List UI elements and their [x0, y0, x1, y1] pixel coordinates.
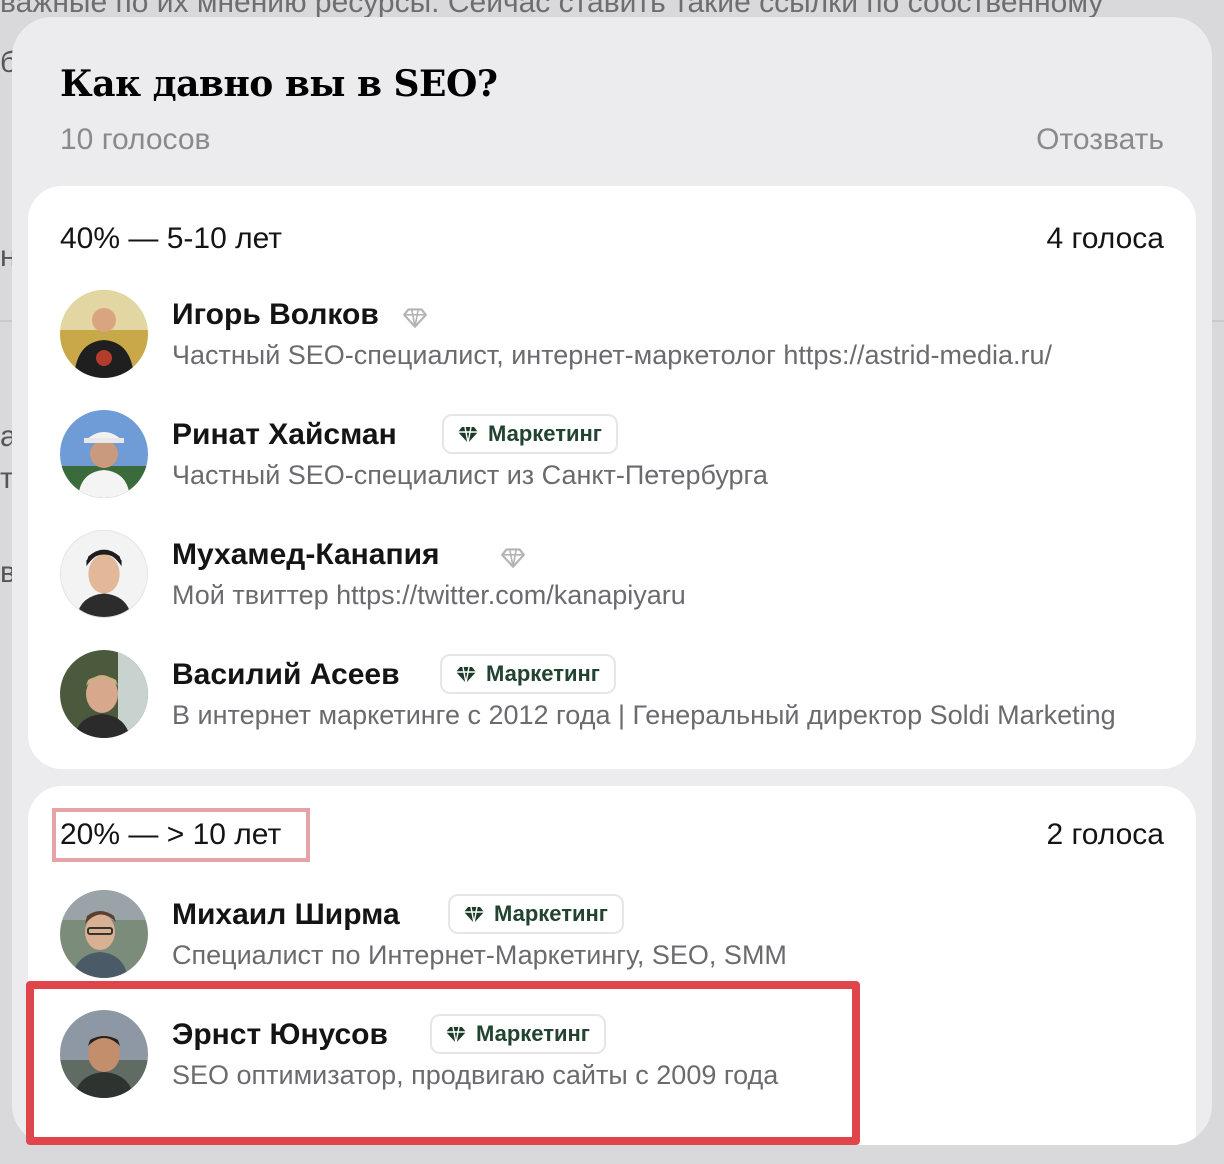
voter-row[interactable]: Василий Асеев Маркетинг В интернет марке…	[60, 650, 1170, 740]
badge-label: Маркетинг	[494, 901, 608, 926]
poll-title: Как давно вы в SEO?	[60, 63, 498, 105]
avatar[interactable]	[60, 290, 148, 378]
voter-description: В интернет маркетинге с 2012 года | Гене…	[172, 700, 1116, 730]
option-vote-count: 2 голоса	[1046, 818, 1164, 851]
background-divider	[0, 320, 12, 322]
avatar[interactable]	[60, 410, 148, 498]
voter-name[interactable]: Мухамед-Канапия	[172, 538, 440, 572]
voter-description: Мой твиттер https://twitter.com/kanapiya…	[172, 580, 686, 610]
option-label: 40% — 5-10 лет	[60, 222, 283, 255]
voter-name[interactable]: Эрнст Юнусов	[172, 1018, 388, 1052]
voter-name[interactable]: Михаил Ширма	[172, 898, 400, 932]
diamond-filled-icon	[464, 906, 484, 924]
badge-label: Маркетинг	[486, 661, 600, 686]
marketing-badge[interactable]: Маркетинг	[430, 1014, 606, 1054]
option-vote-count: 4 голоса	[1046, 222, 1164, 255]
diamond-filled-icon	[446, 1026, 466, 1044]
voter-name[interactable]: Игорь Волков	[172, 298, 379, 332]
badge-label: Маркетинг	[476, 1021, 590, 1046]
voter-description: Специалист по Интернет-Маркетингу, SEO, …	[172, 940, 787, 970]
voter-description: Частный SEO-специалист, интернет-маркето…	[172, 340, 1053, 370]
poll-option-card: 40% — 5-10 лет 4 голоса Игорь Волков Час…	[28, 186, 1196, 769]
marketing-badge[interactable]: Маркетинг	[448, 894, 624, 934]
poll-option-card: 20% — > 10 лет 2 голоса Михаил Ширма Мар…	[28, 786, 1196, 1145]
voter-row[interactable]: Игорь Волков Частный SEO-специалист, инт…	[60, 290, 1170, 380]
diamond-outline-icon	[501, 548, 525, 568]
voter-name[interactable]: Василий Асеев	[172, 658, 400, 692]
badge-label: Маркетинг	[488, 421, 602, 446]
voter-row[interactable]: Михаил Ширма Маркетинг Специалист по Инт…	[60, 890, 1170, 980]
voter-row[interactable]: Мухамед-Канапия Мой твиттер https://twit…	[60, 530, 1170, 620]
voter-row[interactable]: Ринат Хайсман Маркетинг Частный SEO-спец…	[60, 410, 1170, 500]
diamond-filled-icon	[456, 666, 476, 684]
marketing-badge[interactable]: Маркетинг	[440, 654, 616, 694]
avatar[interactable]	[60, 650, 148, 738]
poll-results-modal: Как давно вы в SEO? 10 голосов Отозвать …	[12, 17, 1212, 1145]
voter-description: SEO оптимизатор, продвигаю сайты с 2009 …	[172, 1060, 779, 1090]
total-votes: 10 голосов	[60, 123, 211, 156]
voter-description: Частный SEO-специалист из Санкт-Петербур…	[172, 460, 768, 490]
avatar[interactable]	[60, 530, 148, 618]
voter-row[interactable]: Эрнст Юнусов Маркетинг SEO оптимизатор, …	[60, 1010, 1170, 1100]
diamond-outline-icon	[403, 308, 427, 328]
voter-name[interactable]: Ринат Хайсман	[172, 418, 397, 452]
background-divider	[1212, 320, 1224, 322]
option-label: 20% — > 10 лет	[60, 818, 282, 851]
avatar[interactable]	[60, 890, 148, 978]
revoke-vote-button[interactable]: Отозвать	[1036, 123, 1164, 157]
marketing-badge[interactable]: Маркетинг	[442, 414, 618, 454]
diamond-filled-icon	[458, 426, 478, 444]
avatar[interactable]	[60, 1010, 148, 1098]
